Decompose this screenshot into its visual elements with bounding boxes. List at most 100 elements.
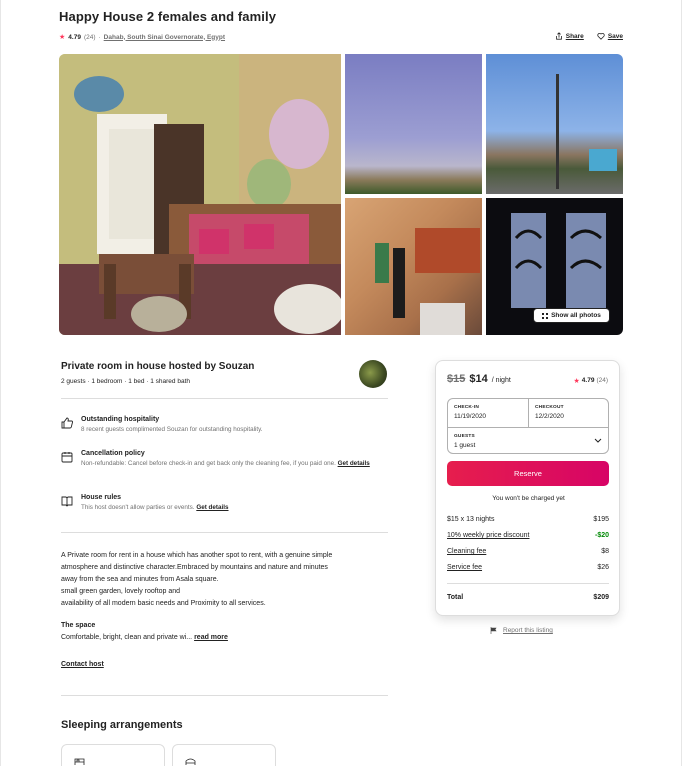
separator: · — [98, 33, 101, 41]
checkout-value: 12/2/2020 — [535, 413, 564, 420]
host-avatar[interactable] — [359, 360, 387, 388]
feature-desc: 8 recent guests complimented Souzan for … — [81, 426, 263, 433]
listing-description: A Private room for rent in a house which… — [61, 550, 391, 610]
host-summary: 2 guests · 1 bedroom · 1 bed · 1 shared … — [61, 378, 190, 385]
contact-host-link[interactable]: Contact host — [61, 661, 104, 668]
checkin-field[interactable]: CHECK-IN 11/19/2020 — [448, 399, 529, 427]
share-icon — [555, 32, 562, 40]
divider — [61, 695, 388, 696]
bed-card — [61, 744, 165, 766]
divider — [61, 532, 388, 533]
description-line: atmosphere and distinctive character.Emb… — [61, 564, 328, 571]
divider — [447, 583, 609, 584]
share-label: Share — [565, 32, 584, 40]
read-more-link[interactable]: read more — [194, 634, 228, 641]
guests-field[interactable]: GUESTS 1 guest — [448, 427, 608, 455]
per-night: / night — [491, 377, 511, 384]
cleaning-fee-link[interactable]: Cleaning fee — [447, 548, 486, 555]
total-value: $209 — [593, 594, 609, 601]
get-details-link[interactable]: Get details — [338, 460, 370, 467]
photo-street[interactable] — [486, 54, 623, 194]
star-icon: ★ — [573, 378, 580, 385]
price-row-value: $26 — [597, 564, 609, 571]
flag-icon — [490, 627, 497, 634]
total-row: Total $209 — [447, 594, 609, 601]
price-row-value: $195 — [593, 516, 609, 523]
reserve-button[interactable]: Reserve — [447, 461, 609, 486]
price-row: Service fee $26 — [447, 564, 609, 571]
total-label: Total — [447, 594, 464, 601]
checkin-label: CHECK-IN — [454, 405, 480, 410]
photo-gallery — [59, 54, 623, 335]
thumbs-up-icon — [61, 417, 73, 429]
guests-value: 1 guest — [454, 442, 476, 449]
checkout-field[interactable]: CHECKOUT 12/2/2020 — [529, 399, 610, 427]
card-rating: ★ 4.79 (24) — [574, 377, 609, 385]
show-all-label: Show all photos — [551, 312, 601, 319]
grid-icon — [542, 312, 549, 319]
calendar-icon — [61, 452, 73, 463]
listing-actions: Share Save — [555, 32, 623, 40]
save-label: Save — [607, 32, 623, 40]
host-title: Private room in house hosted by Souzan — [61, 361, 255, 372]
heart-icon — [597, 32, 605, 40]
street-illustration — [556, 74, 617, 189]
service-fee-link[interactable]: Service fee — [447, 564, 482, 571]
feature-desc: This host doesn't allow parties or event… — [81, 504, 195, 511]
feature-title: Outstanding hospitality — [81, 416, 160, 423]
description-line: A Private room for rent in a house which… — [61, 552, 333, 559]
report-listing[interactable]: Report this listing — [490, 627, 553, 634]
get-details-link[interactable]: Get details — [196, 504, 228, 511]
rating-value: 4.79 — [581, 377, 595, 384]
bed-icon — [185, 758, 196, 765]
checkout-label: CHECKOUT — [535, 405, 564, 410]
description-line: away from the sea and minutes from Asala… — [61, 576, 219, 583]
sleeping-title: Sleeping arrangements — [61, 719, 183, 731]
star-icon: ★ — [59, 34, 66, 41]
space-text-body: Comfortable, bright, clean and private w… — [61, 634, 193, 641]
feature-house-rules: House rules This host doesn't allow part… — [61, 494, 229, 513]
old-price: $15 — [447, 373, 466, 385]
photo-sky[interactable] — [345, 54, 482, 194]
price-row: Cleaning fee $8 — [447, 548, 609, 555]
checkin-value: 11/19/2020 — [454, 413, 487, 420]
current-price: $14 — [469, 373, 488, 385]
discount-link[interactable]: 10% weekly price discount — [447, 532, 530, 539]
divider — [61, 398, 388, 399]
room-illustration — [59, 54, 341, 335]
price-row: 10% weekly price discount -$20 — [447, 532, 609, 539]
feature-cancellation: Cancellation policy Non-refundable: Canc… — [61, 450, 391, 469]
photo-main[interactable] — [59, 54, 341, 335]
feature-desc: Non-refundable: Cancel before check-in a… — [81, 460, 336, 467]
bed-card — [172, 744, 276, 766]
price-row-value: $8 — [601, 548, 609, 555]
review-count[interactable]: (24) — [596, 377, 608, 385]
show-all-photos-button[interactable]: Show all photos — [533, 308, 610, 323]
bed-icon — [74, 758, 85, 765]
space-text: Comfortable, bright, clean and private w… — [61, 634, 228, 641]
listing-subheader: ★ 4.79 (24) · Dahab, South Sinai Governo… — [59, 33, 225, 42]
booking-card: $15 $14 / night ★ 4.79 (24) CHECK-IN 11/… — [435, 360, 620, 616]
price-line: $15 $14 / night — [447, 373, 511, 385]
report-label: Report this listing — [503, 627, 553, 634]
chevron-down-icon — [594, 438, 602, 443]
feature-title: House rules — [81, 494, 122, 501]
guests-label: GUESTS — [454, 434, 475, 439]
space-title: The space — [61, 622, 96, 629]
discount-value: -$20 — [594, 532, 609, 539]
location-link[interactable]: Dahab, South Sinai Governorate, Egypt — [104, 34, 225, 41]
share-button[interactable]: Share — [555, 32, 584, 40]
date-guest-picker: CHECK-IN 11/19/2020 CHECKOUT 12/2/2020 G… — [447, 398, 609, 454]
save-button[interactable]: Save — [597, 32, 623, 40]
kitchen-illustration — [375, 228, 480, 335]
review-count[interactable]: (24) — [84, 34, 96, 41]
description-line: availability of all modern basic needs a… — [61, 600, 266, 607]
book-icon — [61, 496, 73, 507]
listing-title: Happy House 2 females and family — [59, 9, 277, 24]
photo-kitchen[interactable] — [345, 198, 482, 335]
rating-value: 4.79 — [68, 33, 81, 41]
feature-hospitality: Outstanding hospitality 8 recent guests … — [61, 416, 263, 435]
price-row-label: $15 x 13 nights — [447, 516, 495, 523]
price-row: $15 x 13 nights $195 — [447, 516, 609, 523]
feature-title: Cancellation policy — [81, 450, 145, 457]
